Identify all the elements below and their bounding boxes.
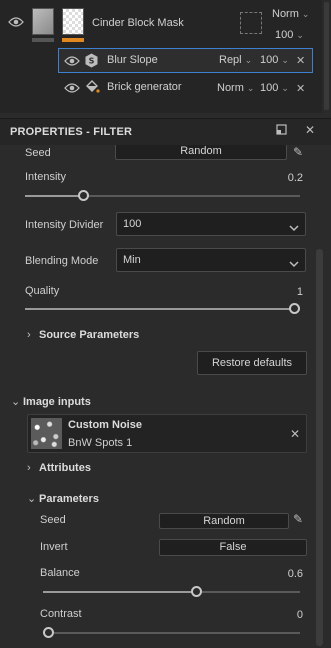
parameters-toggle[interactable]: ⌄ Parameters [27,492,99,505]
quality-value[interactable]: 1 [250,286,303,298]
blend-mode-value: Norm [272,8,299,20]
empty-mask-slot[interactable] [240,12,262,34]
blend-mode-value: Repl [219,54,242,66]
attributes-toggle[interactable]: › Attributes [27,462,91,474]
quality-label: Quality [25,285,60,297]
section-title: Parameters [39,493,99,505]
chevron-down-icon: ⌄ [244,55,253,65]
contrast-slider[interactable] [43,627,300,638]
slider-knob[interactable] [77,190,89,201]
chevron-down-icon: ⌄ [296,30,304,40]
scrollbar-thumb[interactable] [316,249,323,646]
mask-selected-bar [62,38,84,42]
chevron-down-icon: ⌄ [281,83,289,93]
layer-thumbnail[interactable] [32,8,54,35]
properties-scrollbar[interactable] [314,145,331,648]
intensity-divider-label: Intensity Divider [25,219,104,231]
contrast-label: Contrast [40,608,82,620]
section-title: Image inputs [23,396,91,408]
layer-scrollbar[interactable] [322,0,331,113]
panel-title: PROPERTIES - FILTER [10,126,133,138]
blending-mode-label: Blending Mode [25,255,99,267]
section-title: Attributes [39,462,91,474]
dropdown-value: 100 [123,218,142,230]
close-icon[interactable]: ✕ [296,82,305,95]
opacity-field[interactable]: 100 ⌄ [275,29,304,41]
param-seed-label: Seed [40,514,66,526]
chevron-down-icon [289,218,299,240]
close-icon[interactable]: ✕ [305,123,315,137]
eye-icon[interactable] [8,16,24,28]
eye-icon[interactable] [64,55,80,67]
close-icon[interactable]: ✕ [290,427,300,441]
layer-stack: Cinder Block Mask Norm ⌄ 100 ⌄ S Blur Slop… [0,0,331,113]
blend-mode-select[interactable]: Norm ⌄ [272,8,309,20]
slider-knob[interactable] [43,627,54,638]
layer-name-cinder[interactable]: Cinder Block Mask [92,17,184,29]
intensity-value[interactable]: 0.2 [250,172,303,184]
source-parameters-toggle[interactable]: › Source Parameters [27,329,139,341]
close-icon[interactable]: ✕ [296,54,305,67]
input-name: Custom Noise [68,419,142,431]
opacity-value: 100 [260,82,279,94]
slider-knob[interactable] [190,586,202,597]
chevron-down-icon: ⌄ [11,396,21,408]
pencil-icon[interactable]: ✎ [293,512,303,526]
image-input-slot[interactable]: Custom Noise BnW Spots 1 ✕ [27,414,307,453]
slider-fill [25,308,295,310]
slider-knob[interactable] [289,303,300,314]
slider-fill [43,591,197,593]
seed-label: Seed [25,147,51,159]
balance-label: Balance [40,567,80,579]
fill-bucket-icon [85,80,100,97]
quality-slider[interactable] [25,303,300,314]
intensity-divider-select[interactable]: 100 [116,212,306,236]
blending-mode-select[interactable]: Min [116,248,306,272]
opacity-field[interactable]: 100 ⌄ [260,54,289,66]
chevron-down-icon [289,254,299,276]
balance-value[interactable]: 0.6 [250,568,303,580]
seed-random-button[interactable]: Random [115,145,287,160]
pencil-icon[interactable]: ✎ [293,145,303,159]
opacity-field[interactable]: 100 ⌄ [260,82,289,94]
section-title: Source Parameters [39,329,140,341]
chevron-right-icon: › [27,462,31,474]
properties-header: PROPERTIES - FILTER ✕ [0,118,331,145]
contrast-value[interactable]: 0 [250,609,303,621]
image-inputs-toggle[interactable]: ⌄ Image inputs [11,395,91,408]
noise-thumbnail [31,418,62,449]
chevron-down-icon: ⌄ [27,493,37,505]
input-subname: BnW Spots 1 [68,437,133,449]
opacity-value: 100 [260,54,279,66]
maximize-icon[interactable] [276,124,287,138]
blend-mode-select[interactable]: Repl ⌄ [219,54,252,66]
opacity-value: 100 [275,29,294,41]
chevron-down-icon: ⌄ [301,9,310,19]
chevron-right-icon: › [27,329,31,341]
balance-slider[interactable] [43,586,300,597]
param-seed-random-button[interactable]: Random [159,513,289,529]
intensity-slider[interactable] [25,190,300,201]
chevron-down-icon: ⌄ [281,55,289,65]
eye-icon[interactable] [64,82,80,94]
blend-mode-value: Norm [217,82,244,94]
blend-mode-select[interactable]: Norm ⌄ [217,82,254,94]
smart-filter-icon: S [85,53,98,71]
properties-content: Seed Random ✎ Intensity 0.2 Intensity Di… [0,145,314,648]
invert-toggle-button[interactable]: False [159,539,307,556]
dropdown-value: Min [123,254,141,266]
scrollbar-thumb[interactable] [324,2,329,110]
slider-fill [25,195,84,197]
restore-defaults-button[interactable]: Restore defaults [197,351,307,375]
chevron-down-icon: ⌄ [246,83,255,93]
svg-text:S: S [89,57,95,66]
mask-thumbnail[interactable] [62,8,84,35]
intensity-label: Intensity [25,171,66,183]
layer-name-blur-slope[interactable]: Blur Slope [107,54,158,66]
layer-color-bar [32,38,54,42]
layer-name-brick[interactable]: Brick generator [107,81,182,93]
invert-label: Invert [40,541,68,553]
